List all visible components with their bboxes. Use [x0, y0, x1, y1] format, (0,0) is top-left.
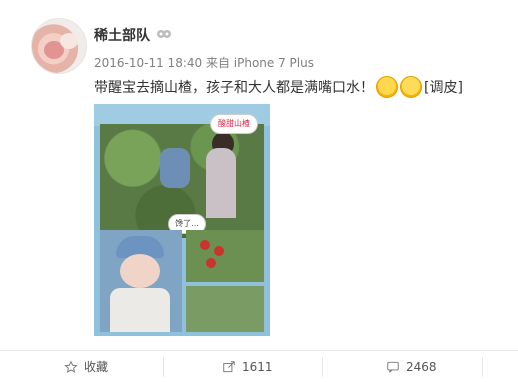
- avatar[interactable]: [31, 18, 87, 74]
- post-meta: 2016-10-11 18:40 来自 iPhone 7 Plus: [94, 56, 314, 70]
- star-icon: [64, 360, 78, 373]
- image-bottom-right-bottom-panel: [186, 286, 264, 332]
- comment-icon: [387, 361, 399, 373]
- share-button[interactable]: 1611: [222, 351, 273, 382]
- favorite-button[interactable]: 收藏: [64, 351, 108, 382]
- child-figure: [160, 148, 190, 188]
- emoji-tag: [调皮]: [424, 80, 463, 96]
- share-icon: [223, 360, 235, 372]
- image-bottom-left-panel: [100, 230, 182, 332]
- weibo-post-card: 稀土部队 2016-10-11 18:40 来自 iPhone 7 Plus 带…: [0, 0, 518, 382]
- divider: [163, 357, 164, 377]
- speech-bubble-top: 酸甜山楂: [210, 114, 258, 134]
- action-bar: 收藏 1611 2468: [0, 350, 518, 382]
- verified-badge-icon: [157, 30, 171, 38]
- avatar-decoration: [60, 33, 78, 49]
- adult-figure: [206, 148, 236, 218]
- hawthorn-fruit: [206, 258, 216, 268]
- favorite-label: 收藏: [84, 360, 109, 374]
- hawthorn-fruit: [214, 246, 224, 256]
- comment-button[interactable]: 2468: [386, 351, 437, 382]
- child-shirt: [110, 288, 170, 332]
- image-bottom-right-top-panel: [186, 230, 264, 282]
- comment-count: 2468: [406, 359, 437, 374]
- share-count: 1611: [242, 359, 273, 374]
- divider: [322, 357, 323, 377]
- name-row: 稀土部队: [94, 25, 172, 45]
- divider: [482, 357, 483, 377]
- username[interactable]: 稀土部队: [94, 25, 150, 45]
- post-text: 带醒宝去摘山楂，孩子和大人都是满嘴口水！: [94, 80, 374, 96]
- hawthorn-fruit: [200, 240, 210, 250]
- thinking-emoji-icon: [376, 76, 398, 98]
- smile-emoji-icon: [400, 76, 422, 98]
- post-image[interactable]: 酸甜山楂 馋了...: [94, 104, 270, 336]
- post-content: 带醒宝去摘山楂，孩子和大人都是满嘴口水！ [调皮]: [94, 76, 463, 98]
- child-face: [120, 254, 160, 288]
